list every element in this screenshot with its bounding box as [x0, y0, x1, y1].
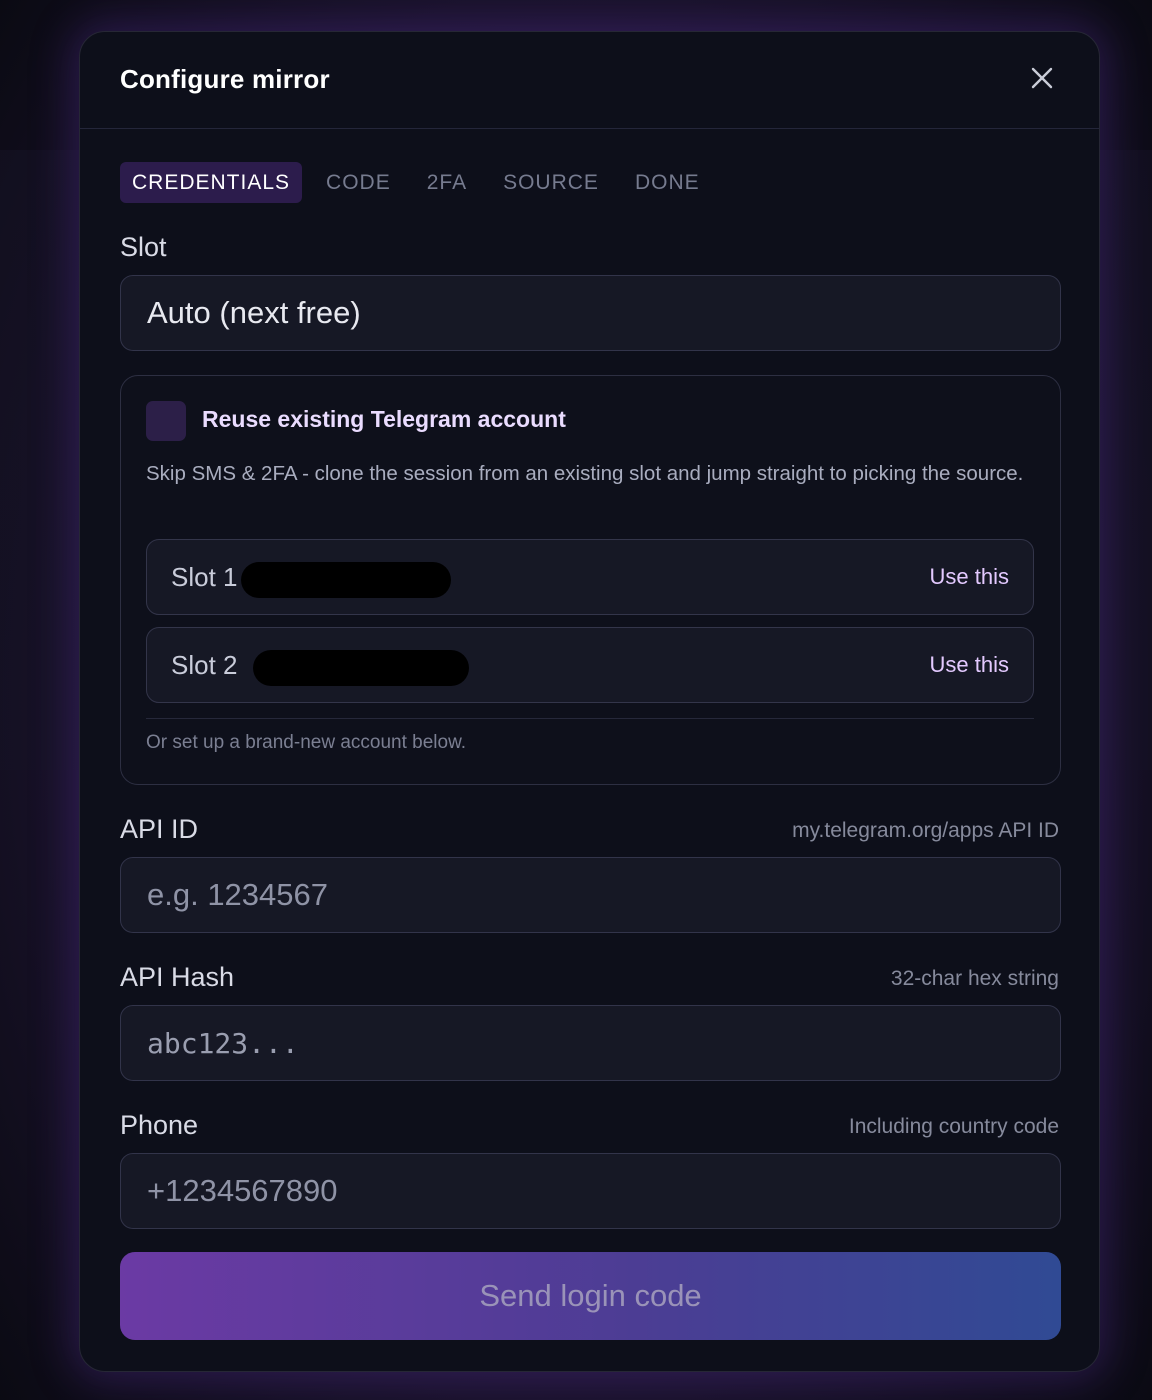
api-id-hint: my.telegram.org/apps API ID [792, 819, 1059, 842]
redacted-account-name [241, 562, 451, 598]
tab-done[interactable]: DONE [623, 162, 712, 203]
wizard-steps: CREDENTIALS CODE 2FA SOURCE DONE [120, 162, 724, 203]
tab-2fa[interactable]: 2FA [415, 162, 479, 203]
use-slot-2-button[interactable]: Use this [930, 628, 1009, 702]
existing-slot-row: Slot 2 Use this [146, 627, 1034, 703]
phone-input[interactable] [147, 1173, 1034, 1209]
tab-code[interactable]: CODE [314, 162, 403, 203]
use-slot-1-button[interactable]: Use this [930, 540, 1009, 614]
reuse-account-panel: Reuse existing Telegram account Skip SMS… [120, 375, 1061, 785]
api-id-label: API ID [120, 814, 199, 844]
dialog-header: Configure mirror [80, 32, 1099, 129]
dialog-title: Configure mirror [120, 64, 330, 94]
existing-slot-row: Slot 1 Use this [146, 539, 1034, 615]
api-id-field[interactable] [120, 857, 1061, 933]
send-login-code-button[interactable]: Send login code [120, 1252, 1061, 1340]
tab-credentials[interactable]: CREDENTIALS [120, 162, 303, 203]
slot-select-value: Auto (next free) [147, 295, 361, 330]
reuse-account-title: Reuse existing Telegram account [202, 406, 566, 432]
divider [146, 718, 1034, 719]
phone-label: Phone [120, 1110, 199, 1140]
close-button[interactable] [1029, 65, 1055, 91]
api-hash-input[interactable] [147, 1026, 1034, 1060]
api-hash-label: API Hash [120, 962, 235, 992]
slot-label: Slot [120, 232, 167, 262]
phone-hint: Including country code [848, 1115, 1059, 1138]
api-id-input[interactable] [147, 877, 1034, 913]
redacted-account-name [253, 650, 469, 686]
configure-mirror-dialog: Configure mirror CREDENTIALS CODE 2FA SO… [79, 31, 1100, 1372]
existing-slot-label: Slot 2 [171, 650, 238, 680]
new-account-note: Or set up a brand-new account below. [146, 732, 467, 753]
slot-select[interactable]: Auto (next free) [120, 275, 1061, 351]
close-icon [1031, 67, 1053, 89]
api-hash-field[interactable] [120, 1005, 1061, 1081]
existing-slot-label: Slot 1 [171, 562, 238, 592]
phone-field[interactable] [120, 1153, 1061, 1229]
api-hash-hint: 32-char hex string [890, 967, 1059, 990]
reuse-account-checkbox[interactable] [146, 401, 186, 441]
tab-source[interactable]: SOURCE [491, 162, 611, 203]
reuse-account-description: Skip SMS & 2FA - clone the session from … [146, 462, 1024, 485]
